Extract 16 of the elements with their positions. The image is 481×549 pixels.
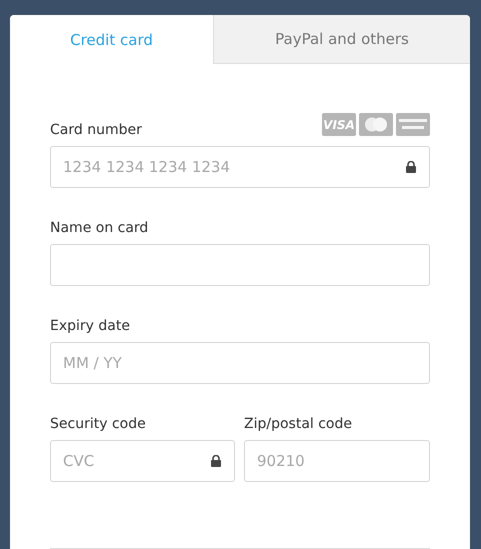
lock-icon [211,455,221,467]
input-field[interactable]: CVC [50,440,235,482]
two-circle-card-icon [359,113,393,136]
input-field[interactable]: MM / YY [50,342,430,384]
lock-icon [406,161,416,173]
field-label: Expiry date [50,318,130,334]
visa-card-icon: VISA [322,113,356,136]
field-label: Name on card [50,220,148,236]
striped-card-icon [396,113,430,136]
input-field[interactable]: 1234 1234 1234 1234 [50,146,430,188]
input-field[interactable] [50,244,430,286]
field-label: Zip/postal code [244,416,352,432]
input-field[interactable]: 90210 [244,440,430,482]
field-label: Security code [50,416,146,432]
field-label: Card number [50,122,142,138]
payment-tab[interactable]: PayPal and others [213,15,470,64]
